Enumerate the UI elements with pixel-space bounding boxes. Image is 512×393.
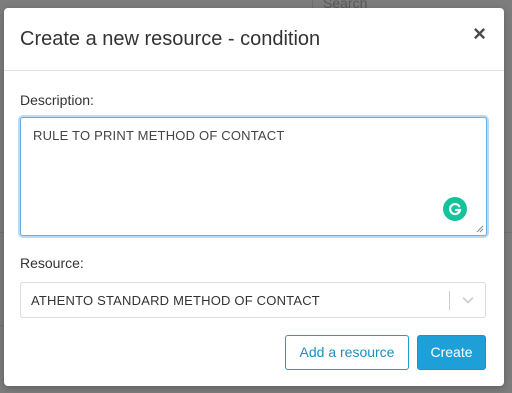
resource-select[interactable]: ATHENTO STANDARD METHOD OF CONTACT <box>20 282 486 318</box>
resource-select-value: ATHENTO STANDARD METHOD OF CONTACT <box>31 293 320 308</box>
description-label: Description: <box>20 92 94 108</box>
description-textarea[interactable]: RULE TO PRINT METHOD OF CONTACT <box>20 117 487 236</box>
grammarly-glyph <box>449 202 462 216</box>
chevron-down-icon[interactable] <box>461 293 475 307</box>
background-divider <box>504 232 512 233</box>
create-resource-modal: Create a new resource - condition × Desc… <box>4 8 504 386</box>
select-separator <box>449 291 450 310</box>
close-button[interactable]: × <box>473 22 486 46</box>
modal-header: Create a new resource - condition × <box>4 8 504 71</box>
create-button[interactable]: Create <box>417 335 486 370</box>
add-resource-button[interactable]: Add a resource <box>285 335 409 370</box>
description-value: RULE TO PRINT METHOD OF CONTACT <box>33 128 285 143</box>
grammarly-icon[interactable] <box>443 197 467 221</box>
close-icon: × <box>473 21 486 46</box>
resource-label: Resource: <box>20 255 84 271</box>
resize-handle-icon[interactable] <box>476 225 484 233</box>
modal-title: Create a new resource - condition <box>20 28 321 50</box>
